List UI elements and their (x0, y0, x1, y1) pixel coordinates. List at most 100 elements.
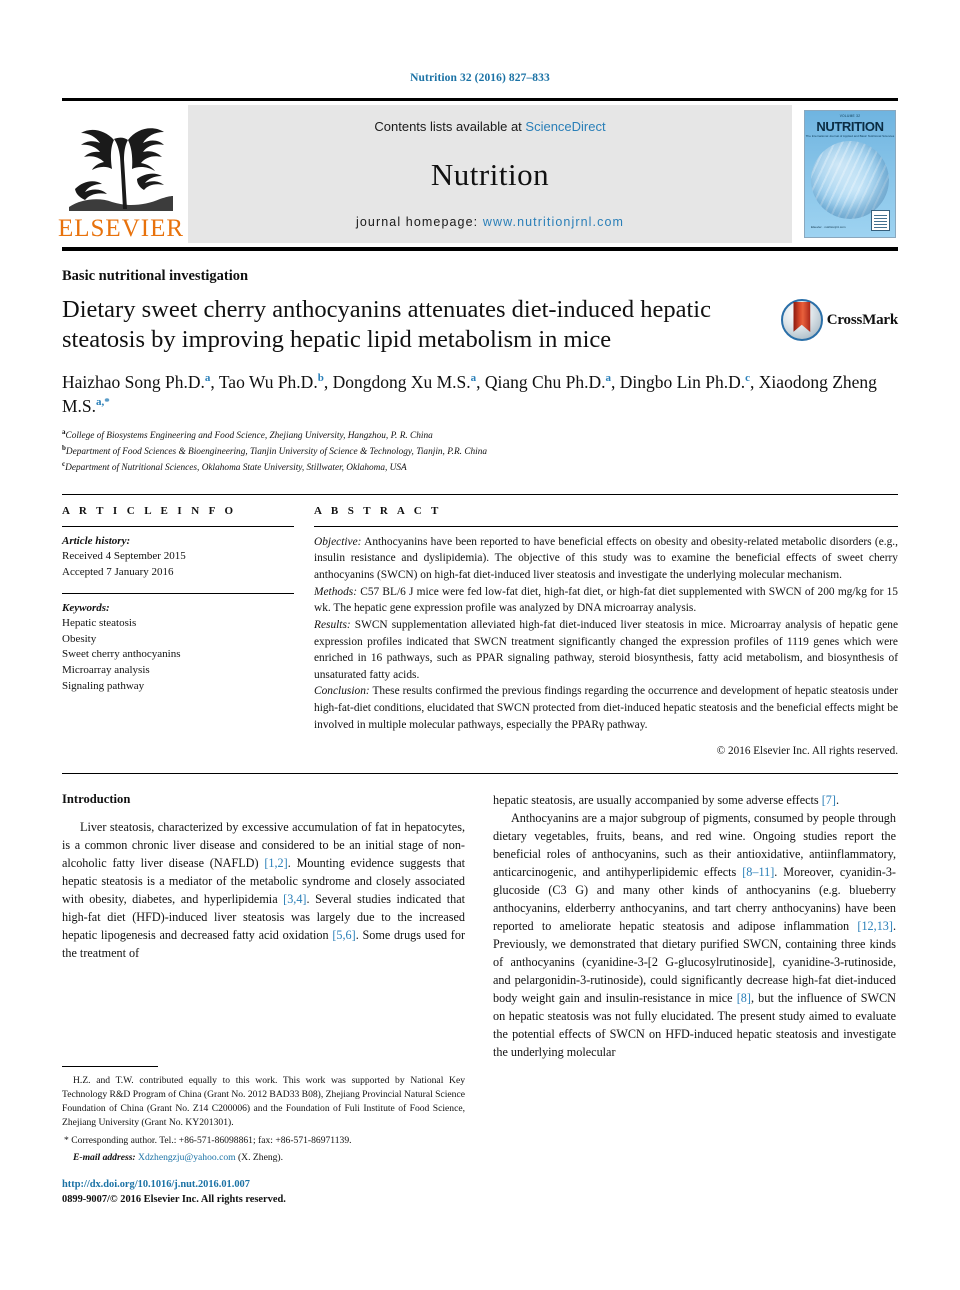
email-suffix: (X. Zheng). (235, 1152, 284, 1164)
author-name: Dingbo Lin Ph.D. (619, 371, 746, 392)
affiliation-text: College of Biosystems Engineering and Fo… (65, 431, 433, 442)
cover-footer: Elsevier · nutritionjrnl.com (811, 225, 846, 229)
footnote-area: H.Z. and T.W. contributed equally to thi… (62, 1066, 465, 1207)
keyword-list: Hepatic steatosis Obesity Sweet cherry ant… (62, 616, 294, 694)
keywords-label: Keywords: (62, 601, 110, 614)
citation-ref-7[interactable]: [7] (822, 793, 836, 807)
abstract-divider (314, 525, 898, 527)
page-title: Dietary sweet cherry anthocyanins attenu… (62, 296, 711, 354)
body-column-right: hepatic steatosis, are usually accompani… (493, 792, 896, 1207)
globe-icon (811, 141, 889, 219)
keyword-item: Sweet cherry anthocyanins (62, 648, 181, 661)
funding-footnote: H.Z. and T.W. contributed equally to thi… (62, 1075, 465, 1128)
author-separator: , (476, 371, 485, 392)
cover-art: VOLUME 32 NUTRITION The International Jo… (804, 110, 896, 238)
citation-ref-8[interactable]: [8] (737, 991, 751, 1005)
author-list: Haizhao Song Ph.D.a, Tao Wu Ph.D.b, Dong… (62, 370, 898, 418)
info-divider (62, 525, 294, 527)
article-history: Article history: Received 4 September 20… (62, 534, 294, 581)
citation-ref-3-4[interactable]: [3,4] (283, 892, 306, 906)
body-separator (62, 773, 898, 775)
results-text: SWCN supplementation alleviated high-fat… (314, 618, 898, 681)
right-paragraph-2: Anthocyanins are a major subgroup of pig… (493, 810, 896, 1061)
abstract-objective: Objective: Anthocyanins have been report… (314, 534, 898, 584)
journal-cover-thumbnail: VOLUME 32 NUTRITION The International Jo… (802, 105, 898, 243)
methods-label: Methods: (314, 585, 358, 598)
author-name: Qiang Chu Ph.D. (484, 371, 606, 392)
author-affiliation-mark: a,* (96, 396, 110, 409)
abstract-methods: Methods: C57 BL/6 J mice were fed low-fa… (314, 584, 898, 617)
received-date: Received 4 September 2015 (62, 550, 186, 563)
author-separator: , (210, 371, 219, 392)
keywords-divider (62, 592, 294, 594)
conclusion-text: These results confirmed the previous fin… (314, 685, 898, 731)
citation-ref-8-11[interactable]: [8–11] (742, 865, 774, 879)
objective-label: Objective: (314, 535, 362, 548)
body-columns: Introduction Liver steatosis, characteri… (62, 792, 898, 1207)
abstract-conclusion: Conclusion: These results confirmed the … (314, 683, 898, 733)
citation-ref-12-13[interactable]: [12,13] (857, 919, 893, 933)
crossmark-label: CrossMark (826, 311, 898, 328)
keyword-item: Microarray analysis (62, 663, 150, 676)
corresponding-text: Corresponding author. Tel.: +86-571-8609… (68, 1134, 352, 1146)
author-name: Tao Wu Ph.D. (218, 371, 318, 392)
author-name: Haizhao Song Ph.D. (62, 371, 205, 392)
cover-publisher-mark-icon (871, 210, 890, 231)
keyword-item: Hepatic steatosis (62, 617, 137, 630)
accepted-date: Accepted 7 January 2016 (62, 565, 174, 578)
corresponding-author-footnote: * Corresponding author. Tel.: +86-571-86… (62, 1134, 465, 1148)
cover-subtitle: The International Journal of Applied and… (805, 134, 895, 138)
contents-prefix: Contents lists available at (374, 119, 526, 134)
affiliation-item: aCollege of Biosystems Engineering and F… (62, 427, 898, 443)
article-section-label: Basic nutritional investigation (62, 268, 249, 284)
elsevier-tree-icon (69, 128, 173, 211)
issn-copyright: 0899-9007/© 2016 Elsevier Inc. All right… (62, 1193, 286, 1205)
body-column-left: Introduction Liver steatosis, characteri… (62, 792, 465, 1207)
info-abstract-region: A R T I C L E I N F O Article history: R… (62, 493, 898, 758)
article-info-column: A R T I C L E I N F O Article history: R… (62, 505, 312, 758)
footnote-rule (62, 1066, 158, 1068)
article-page: Nutrition 32 (2016) 827–833 ELSEVIER Con… (0, 0, 960, 1290)
email-footnote: E-mail address: Xdzhengzju@yahoo.com (X.… (62, 1151, 465, 1165)
author-separator: , (323, 371, 333, 392)
keywords-block: Keywords: Hepatic steatosis Obesity Sweet … (62, 601, 294, 695)
journal-banner: ELSEVIER Contents lists available at Sci… (58, 98, 898, 251)
affiliation-item: cDepartment of Nutritional Sciences, Okl… (62, 459, 898, 475)
journal-name: Nutrition (430, 156, 550, 192)
right-text-a: hepatic steatosis, are usually accompani… (493, 793, 822, 808)
doi-link[interactable]: http://dx.doi.org/10.1016/j.nut.2016.01.… (62, 1178, 465, 1193)
author-name: Dongdong Xu M.S. (332, 371, 471, 392)
methods-text: C57 BL/6 J mice were fed low-fat diet, h… (314, 585, 898, 615)
citation-ref-1-2[interactable]: [1,2] (264, 856, 287, 870)
introduction-heading: Introduction (62, 792, 131, 807)
sciencedirect-link[interactable]: ScienceDirect (525, 119, 605, 134)
banner-center: Contents lists available at ScienceDirec… (188, 105, 792, 243)
author-separator: , (750, 371, 759, 392)
keyword-item: Signaling pathway (62, 679, 145, 692)
elsevier-logo: ELSEVIER (58, 105, 183, 243)
citation-ref-5-6[interactable]: [5,6] (332, 928, 355, 942)
homepage-prefix: journal homepage: (355, 215, 483, 229)
intro-paragraph-left: Liver steatosis, characterized by excess… (62, 819, 465, 963)
conclusion-label: Conclusion: (314, 685, 370, 698)
elsevier-wordmark: ELSEVIER (57, 215, 185, 242)
affiliation-list: aCollege of Biosystems Engineering and F… (62, 427, 898, 476)
keyword-item: Obesity (62, 632, 97, 645)
objective-text: Anthocyanins have been reported to have … (314, 535, 898, 581)
results-label: Results: (314, 618, 351, 631)
email-link[interactable]: Xdzhengzju@yahoo.com (136, 1152, 236, 1163)
doi-block: http://dx.doi.org/10.1016/j.nut.2016.01.… (62, 1178, 465, 1207)
email-label: E-mail address: (73, 1152, 136, 1164)
homepage-url-link[interactable]: www.nutritionjrnl.com (483, 215, 624, 229)
contents-line: Contents lists available at ScienceDirec… (374, 119, 605, 134)
article-info-heading: A R T I C L E I N F O (62, 504, 237, 517)
crossmark-badge[interactable]: CrossMark (780, 299, 898, 341)
author-separator: , (610, 371, 620, 392)
affiliation-text: Department of Nutritional Sciences, Okla… (65, 463, 407, 474)
abstract-results: Results: SWCN supplementation alleviated… (314, 617, 898, 684)
affiliation-item: bDepartment of Food Sciences & Bioengine… (62, 443, 898, 459)
history-label: Article history: (62, 534, 131, 547)
title-row: Dietary sweet cherry anthocyanins attenu… (62, 295, 898, 356)
abstract-column: A B S T R A C T Objective: Anthocyanins … (312, 505, 898, 757)
abstract-body: Objective: Anthocyanins have been report… (314, 534, 898, 734)
